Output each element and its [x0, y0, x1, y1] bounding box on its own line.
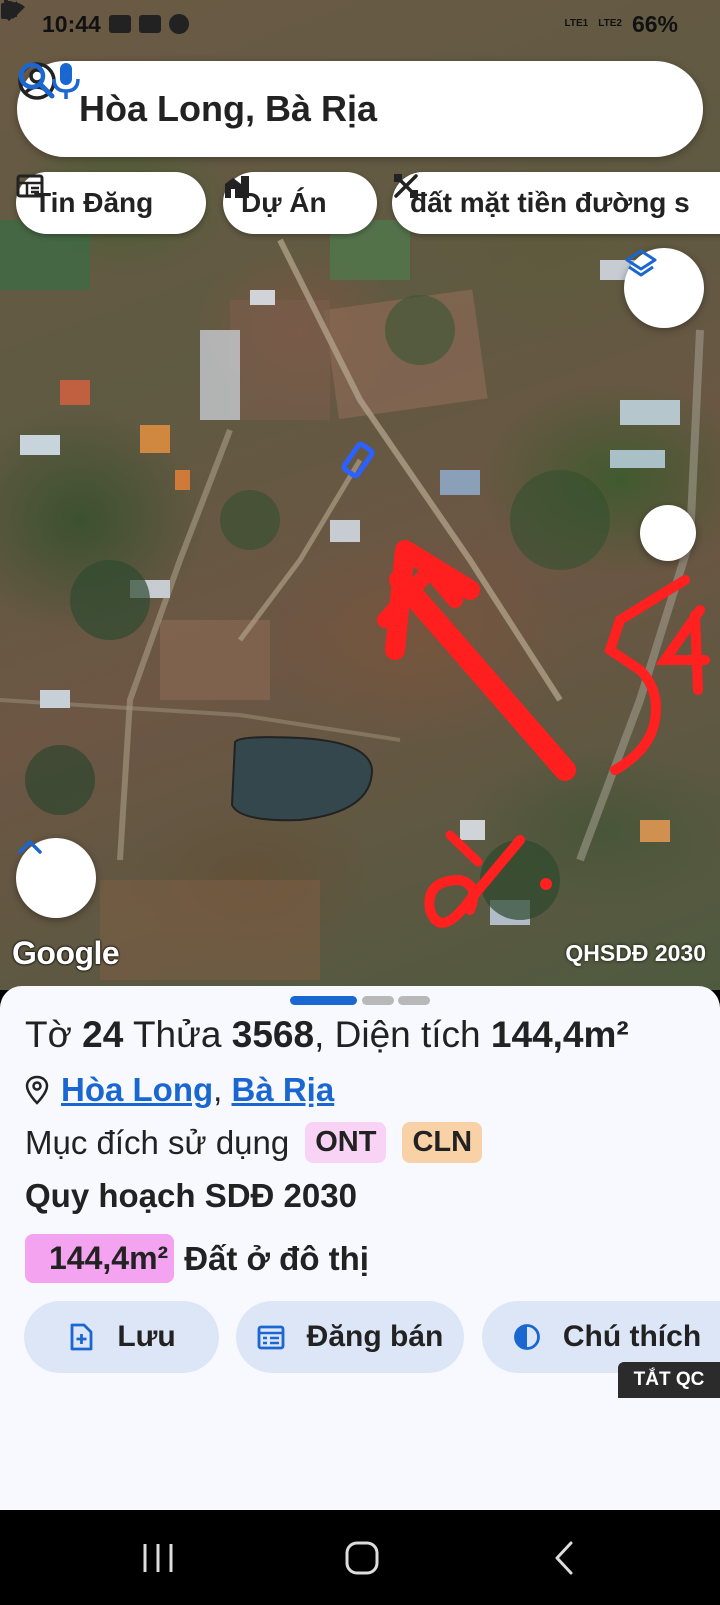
expand-sheet-button[interactable] — [16, 838, 96, 918]
network-1-label: LTE1 — [564, 18, 589, 29]
parcel-location: Hòa Long, Bà Rịa — [25, 1071, 334, 1109]
purpose-badge-cln: CLN — [402, 1122, 483, 1163]
ward-link[interactable]: Hòa Long — [61, 1071, 213, 1109]
microphone-icon[interactable] — [49, 61, 83, 101]
chip-label: đất mặt tiền đường s — [410, 187, 690, 218]
chip-label: Tin Đăng — [34, 187, 154, 218]
post-sale-button[interactable]: Đăng bán — [236, 1301, 464, 1373]
buildings-icon — [225, 176, 249, 198]
map-layer-label: QHSDĐ 2030 — [565, 940, 706, 966]
sheet-handle-dot[interactable] — [398, 996, 430, 1005]
turn-off-ads-button[interactable]: TẮT QC — [618, 1362, 720, 1398]
parcel-prefix: Thửa — [132, 1014, 222, 1055]
add-file-icon — [70, 1323, 93, 1351]
zalo-notification-icon — [108, 15, 131, 33]
tools-icon — [394, 174, 418, 198]
purpose-label: Mục đích sử dụng — [25, 1123, 290, 1161]
legend-label: Chú thích — [562, 1320, 702, 1353]
chevron-up-icon — [18, 840, 42, 854]
search-bar[interactable]: Hòa Long, Bà Rịa — [17, 61, 703, 157]
battery-percent: 66% — [631, 10, 678, 37]
satellite-map[interactable]: 10:44 LTE1 LTE2 66% Hòa Long, Bà Rịa Tin… — [0, 0, 720, 990]
system-nav-bar — [0, 1510, 720, 1605]
sheet-handle-dot[interactable] — [362, 996, 394, 1005]
back-button[interactable] — [534, 1530, 594, 1586]
land-use-purpose: Mục đích sử dụng ONT CLN — [25, 1122, 483, 1163]
recent-apps-icon — [143, 1544, 173, 1572]
layers-button[interactable] — [624, 248, 704, 328]
post-sale-label: Đăng bán — [306, 1320, 444, 1353]
recent-apps-button[interactable] — [128, 1530, 188, 1586]
status-bar: 10:44 LTE1 LTE2 66% — [0, 0, 720, 48]
parcel-summary: Tờ 24 Thửa 3568, Diện tích 144,4m² — [25, 1014, 629, 1056]
calendar-list-icon — [257, 1325, 285, 1350]
chip-tin-dang[interactable]: Tin Đăng — [16, 172, 206, 234]
back-chevron-icon — [555, 1541, 573, 1575]
parcel-area: 144,4m² — [490, 1014, 629, 1055]
facebook-notification-icon — [168, 14, 189, 34]
sheet-prefix: Tờ — [25, 1014, 72, 1055]
plan-area-badge: 144,4m² — [25, 1234, 175, 1283]
news-icon — [16, 174, 44, 198]
chip-du-an[interactable]: Dự Án — [223, 172, 377, 234]
plan-title: Quy hoạch SDĐ 2030 — [25, 1177, 357, 1214]
save-label: Lưu — [117, 1320, 176, 1353]
sheet-number: 24 — [82, 1014, 124, 1055]
parcel-number: 3568 — [231, 1014, 315, 1055]
gallery-notification-icon — [138, 15, 161, 33]
city-link[interactable]: Bà Rịa — [232, 1071, 335, 1109]
purpose-badge-ont: ONT — [305, 1122, 387, 1163]
chip-label: Dự Án — [241, 187, 327, 218]
location-pin-icon — [25, 1075, 49, 1105]
location-separator: , — [213, 1071, 223, 1108]
plan-area-row: 144,4m² Đất ở đô thị — [25, 1234, 369, 1283]
search-query[interactable]: Hòa Long, Bà Rịa — [79, 88, 377, 130]
floating-control-button[interactable] — [640, 505, 696, 561]
battery-icon — [1, 0, 11, 19]
layers-icon — [625, 249, 657, 277]
home-button[interactable] — [332, 1530, 392, 1586]
chip-dat-mat-tien[interactable]: đất mặt tiền đường s — [392, 172, 720, 234]
area-prefix: , Diện tích — [314, 1014, 481, 1055]
plan-land-type: Đất ở đô thị — [184, 1239, 369, 1277]
status-time: 10:44 — [42, 10, 101, 37]
contrast-icon — [513, 1324, 540, 1350]
sheet-handle-active[interactable] — [290, 996, 357, 1005]
google-watermark: Google — [12, 935, 120, 971]
home-icon — [345, 1541, 379, 1575]
save-button[interactable]: Lưu — [24, 1301, 219, 1373]
network-2-label: LTE2 — [598, 18, 622, 29]
